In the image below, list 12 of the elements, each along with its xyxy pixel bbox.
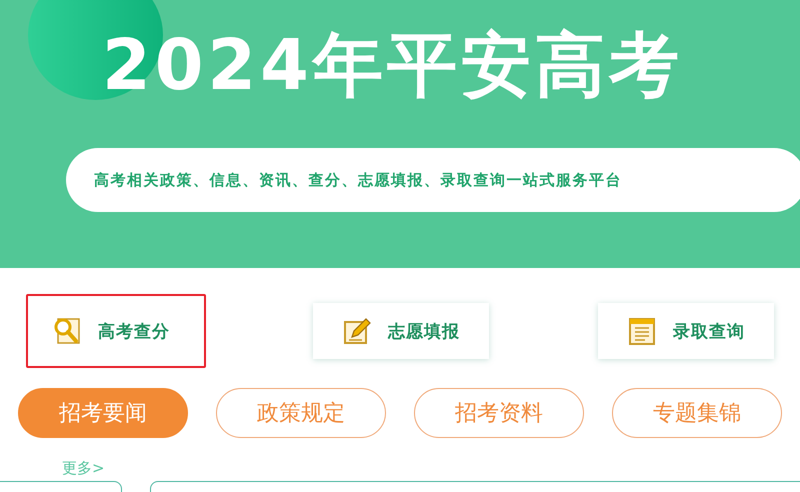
banner-subtitle: 高考相关政策、信息、资讯、查分、志愿填报、录取查询一站式服务平台 bbox=[94, 170, 622, 190]
document-icon bbox=[627, 316, 657, 346]
category-tab[interactable]: 招考资料 bbox=[414, 388, 584, 438]
pencil-paper-icon bbox=[342, 316, 372, 346]
service-button[interactable]: 录取查询 bbox=[598, 303, 774, 359]
magnifier-icon bbox=[52, 316, 82, 346]
service-button[interactable]: 志愿填报 bbox=[313, 303, 489, 359]
category-tab[interactable]: 政策规定 bbox=[216, 388, 386, 438]
more-link[interactable]: 更多> bbox=[62, 458, 105, 478]
category-tab[interactable]: 招考要闻 bbox=[18, 388, 188, 438]
banner-title: 2024年平安高考 bbox=[102, 23, 683, 108]
category-tab[interactable]: 专题集锦 bbox=[612, 388, 782, 438]
